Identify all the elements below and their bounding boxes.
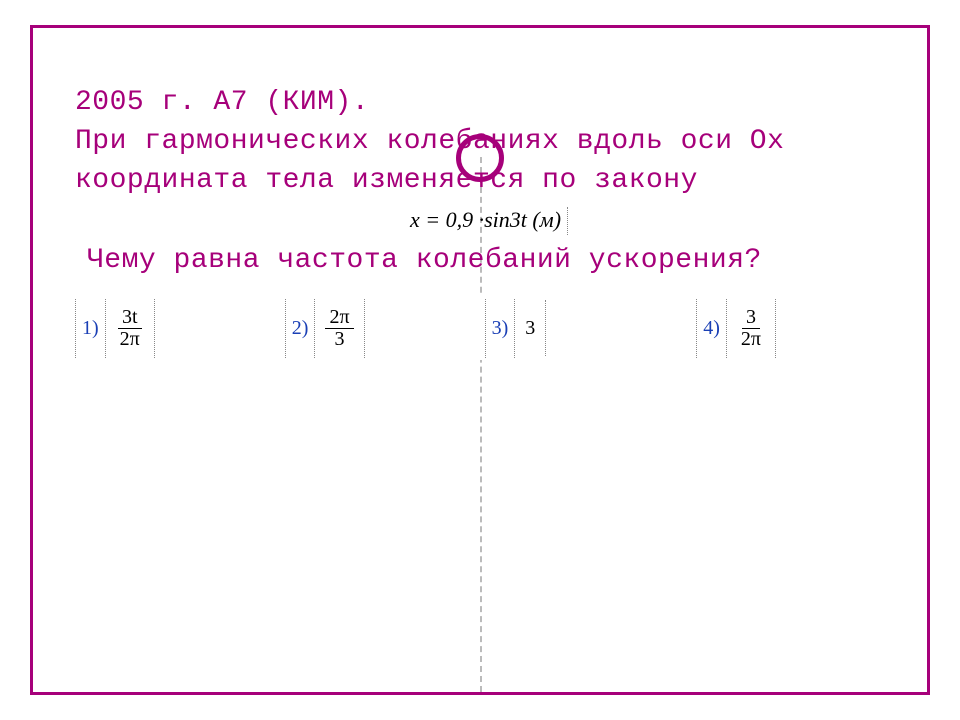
task-header: 2005 г. А7 (КИМ). (75, 83, 897, 122)
fraction-icon: 3 2π (737, 307, 765, 350)
frac-num: 3t (118, 307, 142, 329)
frac-num: 3 (742, 307, 760, 329)
ring-decoration (456, 134, 504, 182)
answer-1-number: 1) (75, 299, 106, 358)
question-text: Чему равна частота колебаний ускорения? (75, 241, 897, 280)
frac-den: 2π (737, 329, 765, 350)
equation: x = 0,9 ·sin3t (м) (404, 207, 568, 235)
answer-4-number: 4) (696, 299, 727, 358)
frac-den: 3 (331, 329, 349, 350)
fraction-icon: 3t 2π (116, 307, 144, 350)
answer-2: 2) 2π 3 (285, 296, 365, 360)
answer-2-number: 2) (285, 299, 316, 358)
slide-frame: 2005 г. А7 (КИМ). При гармонических коле… (30, 25, 930, 695)
answer-1: 1) 3t 2π (75, 296, 155, 360)
frac-num: 2π (325, 307, 353, 329)
answer-3: 3) 3 (485, 296, 547, 360)
answer-3-value: 3 (519, 300, 546, 356)
answer-4: 4) 3 2π (696, 296, 776, 360)
answer-2-value: 2π 3 (319, 299, 364, 358)
answer-1-value: 3t 2π (110, 299, 155, 358)
content-block: 2005 г. А7 (КИМ). При гармонических коле… (75, 83, 897, 280)
answer-4-value: 3 2π (731, 299, 776, 358)
answers-row: 1) 3t 2π 2) 2π 3 3) 3 4) (75, 296, 895, 360)
equation-text: x = 0,9 ·sin3t (м) (410, 207, 561, 232)
answer-3-number: 3) (485, 299, 516, 358)
equation-row: x = 0,9 ·sin3t (м) (75, 207, 897, 235)
fraction-icon: 2π 3 (325, 307, 353, 350)
frac-den: 2π (116, 329, 144, 350)
